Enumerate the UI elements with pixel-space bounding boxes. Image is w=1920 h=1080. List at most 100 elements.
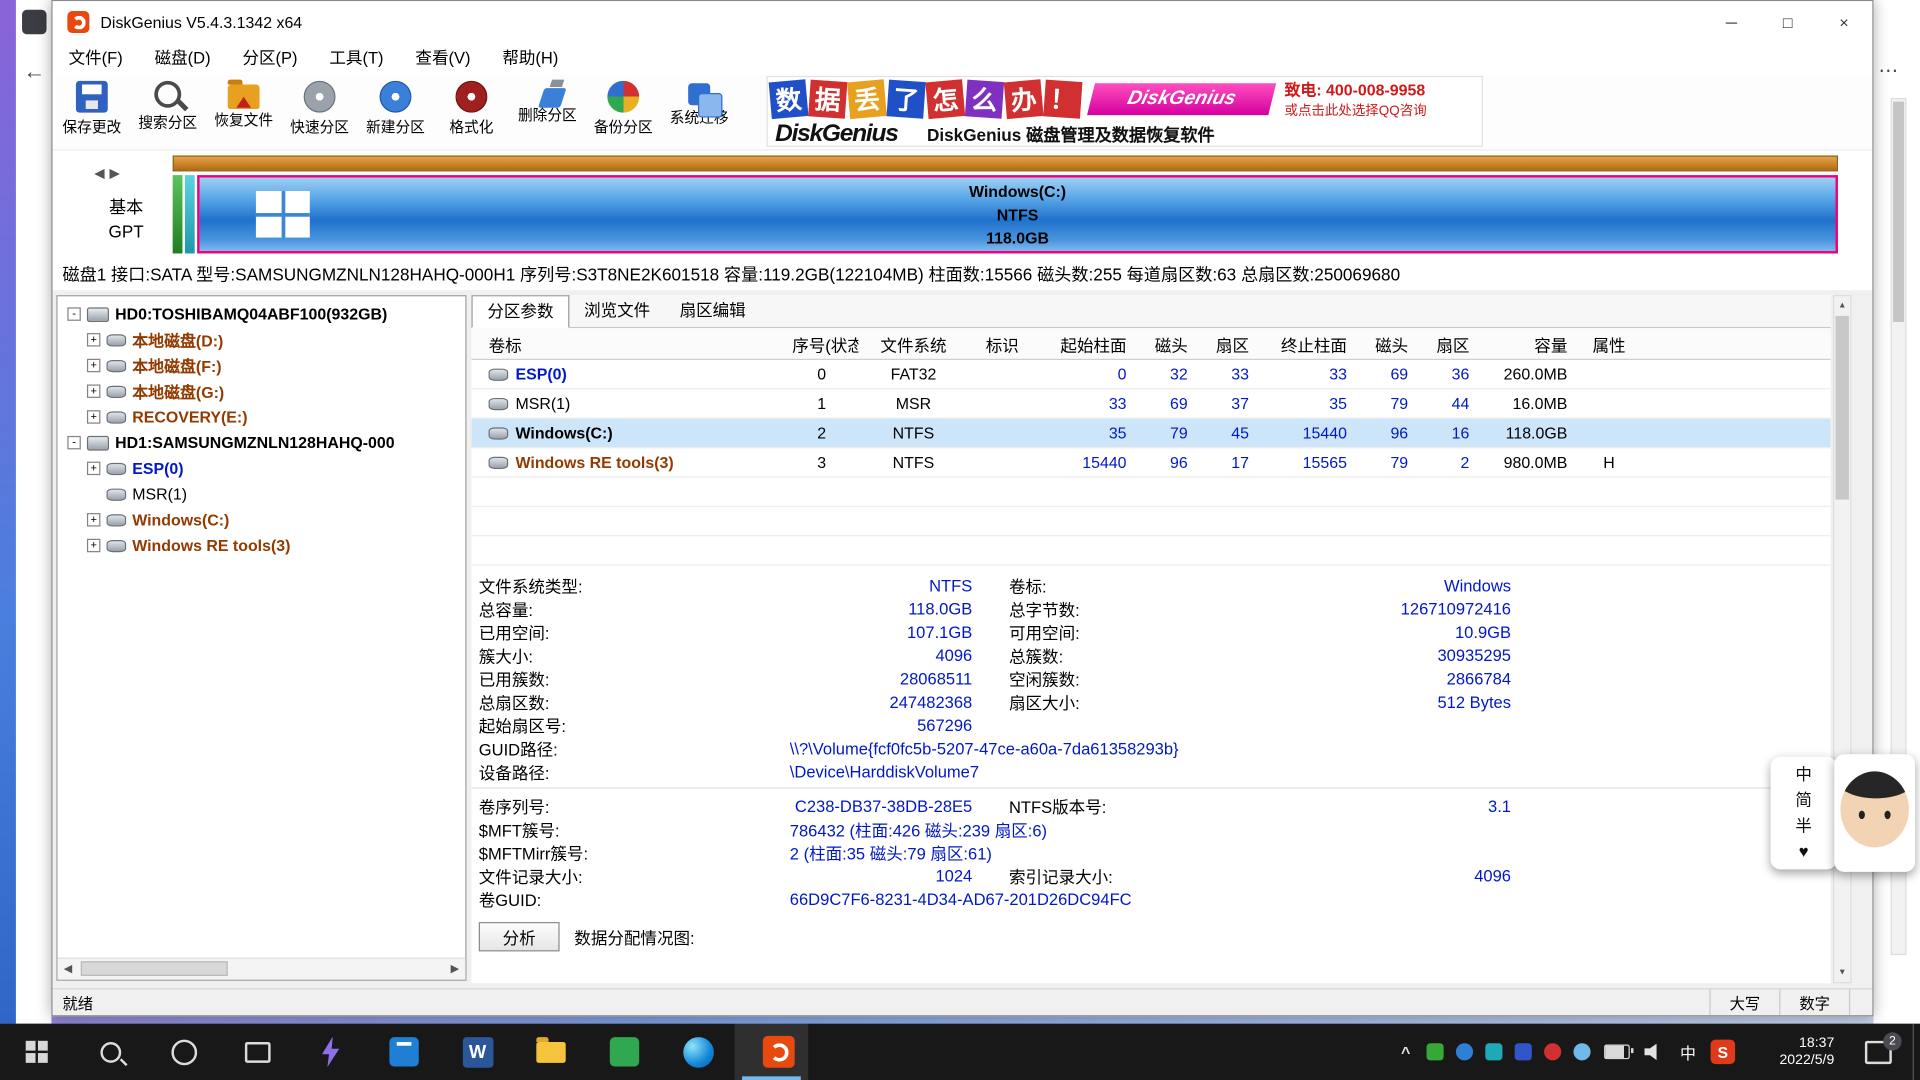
tray-icon-blue[interactable] [1456, 1043, 1473, 1060]
save-changes-button[interactable]: 保存更改 [55, 76, 128, 148]
table-row-windows-re[interactable]: Windows RE tools(3) 3 NTFS 15440 96 17 1… [471, 448, 1830, 477]
expand-icon[interactable]: + [87, 539, 100, 552]
tree-item-recovery-e[interactable]: + RECOVERY(E:) [58, 404, 466, 430]
resize-grip[interactable] [1849, 989, 1872, 1015]
cell: 1 [785, 394, 858, 412]
tab-browse-files[interactable]: 浏览文件 [569, 295, 665, 327]
start-button[interactable] [0, 1024, 73, 1080]
expand-icon[interactable]: + [87, 513, 100, 526]
ad-qq-link[interactable]: 或点击此处选择QQ咨询 [1284, 100, 1426, 120]
action-center-button[interactable]: 2 [1844, 1024, 1913, 1080]
detail-value: 10.9GB [1260, 623, 1511, 641]
partition-windows-c[interactable]: Windows(C:) NTFS 118.0GB [197, 175, 1838, 253]
show-desktop-button[interactable] [1913, 1024, 1920, 1080]
expand-icon[interactable]: + [87, 384, 100, 397]
tree-item-local-g[interactable]: + 本地磁盘(G:) [58, 378, 466, 404]
quick-partition-button[interactable]: 快速分区 [283, 76, 356, 148]
new-partition-button[interactable]: 新建分区 [359, 76, 432, 148]
close-button[interactable]: × [1816, 1, 1872, 43]
panel-vertical-scrollbar[interactable]: ▲ ▼ [1833, 295, 1851, 983]
ad-banner[interactable]: 数 据 丢 了 怎 么 办 ！ DiskGenius 致电: 400-008-9… [767, 76, 1483, 147]
tree-horizontal-scrollbar[interactable]: ◀ ▶ [58, 958, 466, 980]
tree-item-windows-c[interactable]: + Windows(C:) [58, 507, 466, 533]
scroll-up-icon[interactable]: ▲ [1834, 296, 1850, 314]
expand-icon[interactable]: + [87, 410, 100, 423]
tree-item-local-f[interactable]: + 本地磁盘(F:) [58, 353, 466, 379]
tree-item-hd1[interactable]: - HD1:SAMSUNGMZNLN128HAHQ-000 [58, 430, 466, 456]
tab-partition-params[interactable]: 分区参数 [471, 295, 569, 328]
pinned-app-lightning[interactable] [294, 1024, 367, 1080]
ime-indicator[interactable]: 中 [1680, 1040, 1696, 1063]
taskbar-search-button[interactable] [73, 1024, 146, 1080]
delete-partition-button[interactable]: 删除分区 [511, 76, 584, 148]
collapse-icon[interactable]: - [67, 307, 80, 320]
ime-mode-halfwidth[interactable]: 半 [1795, 814, 1812, 837]
scrollbar-thumb[interactable] [81, 961, 228, 976]
tray-icon-navy[interactable] [1515, 1043, 1532, 1060]
menu-help[interactable]: 帮助(H) [486, 43, 574, 75]
ime-status-panel[interactable]: 中 简 半 ♥ [1771, 757, 1837, 870]
scroll-left-icon[interactable]: ◀ [58, 962, 79, 975]
disk-nav-arrows[interactable]: ◀▶ [94, 165, 125, 181]
tree-item-local-d[interactable]: + 本地磁盘(D:) [58, 327, 466, 353]
scrollbar-thumb[interactable] [1893, 102, 1904, 322]
table-row-esp[interactable]: ESP(0) 0 FAT32 0 32 33 33 69 36 260.0MB [471, 360, 1830, 389]
heart-icon[interactable]: ♥ [1799, 840, 1809, 863]
format-button[interactable]: 格式化 [435, 76, 508, 148]
expand-icon[interactable]: + [87, 359, 100, 372]
pinned-app-word[interactable]: W [441, 1024, 514, 1080]
pinned-app-green[interactable] [588, 1024, 661, 1080]
tree-item-windows-re[interactable]: + Windows RE tools(3) [58, 533, 466, 559]
edge-button[interactable] [661, 1024, 734, 1080]
analyze-button[interactable]: 分析 [479, 922, 560, 951]
battery-icon[interactable] [1604, 1044, 1630, 1059]
next-disk-icon[interactable]: ▶ [110, 167, 125, 182]
collapse-icon[interactable]: - [67, 436, 80, 449]
partition-msr[interactable] [185, 175, 195, 253]
scroll-down-icon[interactable]: ▼ [1834, 964, 1850, 982]
menu-tools[interactable]: 工具(T) [313, 43, 399, 75]
diskgenius-taskbar-button[interactable] [735, 1024, 808, 1080]
taskbar-clock[interactable]: 18:37 2022/5/9 [1741, 1035, 1844, 1069]
tree-item-esp[interactable]: + ESP(0) [58, 456, 466, 482]
menu-view[interactable]: 查看(V) [399, 43, 486, 75]
minimize-button[interactable]: ─ [1703, 1, 1759, 43]
sogou-input-icon[interactable]: S [1711, 1040, 1735, 1064]
tray-icon-green-shield[interactable] [1427, 1043, 1444, 1060]
tray-expand-icon[interactable]: ^ [1391, 1043, 1420, 1061]
search-partition-button[interactable]: 搜索分区 [131, 76, 204, 148]
expand-icon[interactable]: + [87, 333, 100, 346]
tray-icon-red[interactable] [1544, 1043, 1561, 1060]
backup-partition-button[interactable]: 备份分区 [587, 76, 660, 148]
ime-mode-chinese[interactable]: 中 [1795, 763, 1812, 786]
tab-sector-edit[interactable]: 扇区编辑 [665, 295, 761, 327]
table-row-msr[interactable]: MSR(1) 1 MSR 33 69 37 35 79 44 16.0MB [471, 389, 1830, 418]
ime-sticker[interactable] [1834, 754, 1915, 872]
ime-mode-simplified[interactable]: 简 [1795, 789, 1812, 812]
recover-files-button[interactable]: 恢复文件 [207, 76, 280, 148]
expand-icon[interactable]: + [87, 462, 100, 475]
partition-esp[interactable] [173, 175, 183, 253]
tray-icon-snowflake[interactable] [1573, 1043, 1590, 1060]
scroll-track[interactable] [78, 959, 444, 980]
volume-icon[interactable] [1644, 1043, 1664, 1060]
cortana-button[interactable] [147, 1024, 220, 1080]
scroll-right-icon[interactable]: ▶ [444, 962, 465, 975]
back-arrow-icon[interactable]: ← [23, 59, 45, 85]
menu-disk[interactable]: 磁盘(D) [139, 43, 227, 75]
partition-icon [107, 334, 127, 346]
tree-item-msr[interactable]: MSR(1) [58, 481, 466, 507]
task-view-button[interactable] [220, 1024, 293, 1080]
menu-file[interactable]: 文件(F) [53, 43, 139, 75]
tree-item-hd0[interactable]: - HD0:TOSHIBAMQ04ABF100(932GB) [58, 301, 466, 327]
scrollbar-thumb[interactable] [1836, 316, 1849, 500]
file-explorer-button[interactable] [514, 1024, 587, 1080]
tray-icon-teal[interactable] [1485, 1043, 1502, 1060]
system-migrate-button[interactable]: 系统迁移 [662, 76, 735, 148]
table-row-windows-c-selected[interactable]: Windows(C:) 2 NTFS 35 79 45 15440 96 16 … [471, 419, 1830, 448]
more-icon[interactable]: ⋯ [1878, 59, 1898, 83]
menu-partition[interactable]: 分区(P) [227, 43, 314, 75]
prev-disk-icon[interactable]: ◀ [94, 167, 109, 182]
pinned-app-store[interactable] [367, 1024, 440, 1080]
maximize-button[interactable]: □ [1760, 1, 1816, 43]
